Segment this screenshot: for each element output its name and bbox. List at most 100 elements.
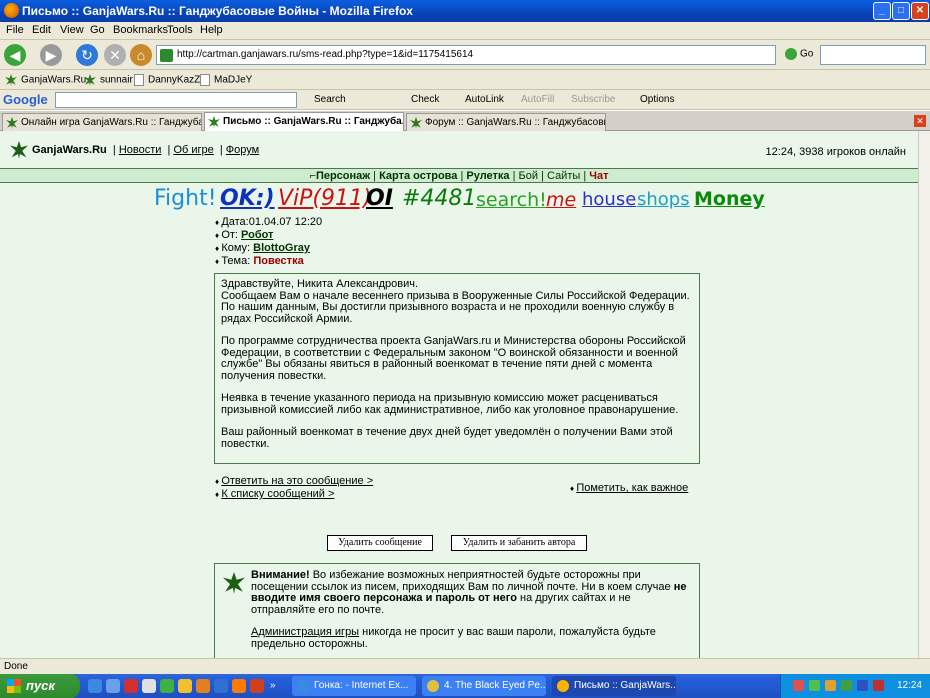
leaf-icon bbox=[410, 117, 422, 129]
autofill-button[interactable]: AutoFill bbox=[521, 94, 554, 105]
logo-vip[interactable]: ViP(911) bbox=[278, 186, 372, 211]
to-row: Кому: BlottoGray bbox=[215, 242, 322, 255]
bookmark-madjey[interactable]: MaDJeY bbox=[200, 74, 252, 86]
leaf-icon bbox=[84, 74, 96, 86]
menu-tools[interactable]: Tools bbox=[167, 24, 193, 36]
go-button[interactable]: Go bbox=[785, 48, 813, 60]
google-logo[interactable]: Google bbox=[3, 92, 48, 107]
menu-view[interactable]: View bbox=[60, 24, 84, 36]
reload-icon[interactable]: ↻ bbox=[76, 44, 98, 66]
minimize-button[interactable]: _ bbox=[873, 2, 891, 20]
clock: 12:24 bbox=[896, 680, 922, 691]
nav-roulette[interactable]: Рулетка bbox=[466, 170, 509, 182]
tray-icon[interactable] bbox=[793, 680, 804, 691]
google-search-input[interactable] bbox=[55, 92, 297, 108]
logo-oi[interactable]: OI bbox=[366, 186, 393, 211]
nav-forum[interactable]: Форум bbox=[226, 144, 259, 156]
page-content: GanjaWars.Ru | Новости | Об игре | Форум… bbox=[0, 131, 918, 658]
logo-4481[interactable]: #4481 bbox=[402, 186, 476, 211]
nav-chat[interactable]: Чат bbox=[589, 170, 608, 182]
reply-link[interactable]: Ответить на это сообщение > bbox=[221, 475, 373, 487]
subscribe-button[interactable]: Subscribe bbox=[571, 94, 615, 105]
autolink-button[interactable]: AutoLink bbox=[465, 94, 504, 105]
window-title: Письмо :: GanjaWars.Ru :: Ганджубасовые … bbox=[22, 4, 413, 18]
nav-news[interactable]: Новости bbox=[119, 144, 162, 156]
ie-icon[interactable] bbox=[88, 679, 102, 693]
menu-edit[interactable]: Edit bbox=[32, 24, 51, 36]
taskbar-item-firefox[interactable]: Письмо :: GanjaWars... bbox=[552, 676, 676, 696]
nav-about[interactable]: Об игре bbox=[173, 144, 213, 156]
logo-shops[interactable]: shops bbox=[637, 189, 690, 210]
nav-character[interactable]: Персонаж bbox=[316, 170, 370, 182]
sender-link[interactable]: Робот bbox=[241, 229, 273, 241]
tray-icon[interactable] bbox=[857, 680, 868, 691]
message-subject: Повестка bbox=[253, 255, 304, 267]
menu-bookmarks[interactable]: Bookmarks bbox=[113, 24, 168, 36]
tray-icon[interactable] bbox=[873, 680, 884, 691]
tab-message[interactable]: Письмо :: GanjaWars.Ru :: Ганджуба... bbox=[204, 112, 404, 131]
back-icon[interactable]: ◀ bbox=[4, 44, 26, 66]
forward-icon[interactable]: ▶ bbox=[40, 44, 62, 66]
nav-map[interactable]: Карта острова bbox=[379, 170, 457, 182]
options-button[interactable]: Options bbox=[640, 94, 674, 105]
taskbar-item-ie[interactable]: Гонка: - Internet Ex... bbox=[292, 676, 416, 696]
delete-ban-button[interactable]: Удалить и забанить автора bbox=[451, 535, 587, 551]
app-icon[interactable] bbox=[196, 679, 210, 693]
tab-forum[interactable]: Форум :: GanjaWars.Ru :: Ганджубасовы... bbox=[406, 113, 606, 131]
site-logo[interactable]: GanjaWars.Ru bbox=[32, 144, 107, 156]
nav-battle[interactable]: Бой bbox=[519, 170, 538, 182]
logo-fight[interactable]: Fight! bbox=[154, 186, 217, 211]
menu-help[interactable]: Help bbox=[200, 24, 223, 36]
close-button[interactable]: ✕ bbox=[911, 2, 929, 20]
check-button[interactable]: Check bbox=[411, 94, 439, 105]
bookmark-dannykazz[interactable]: DannyKazZ bbox=[134, 74, 200, 86]
menu-file[interactable]: File bbox=[6, 24, 24, 36]
tray-icon[interactable] bbox=[825, 680, 836, 691]
bookmark-sunnair[interactable]: sunnair bbox=[84, 74, 133, 86]
logo-money[interactable]: Money bbox=[694, 188, 765, 210]
logo-search[interactable]: search! bbox=[476, 189, 547, 211]
search-box[interactable] bbox=[820, 45, 926, 65]
url-input[interactable]: http://cartman.ganjawars.ru/sms-read.php… bbox=[156, 45, 776, 65]
admin-link[interactable]: Администрация игры bbox=[251, 626, 359, 638]
chevron-icon[interactable]: » bbox=[270, 680, 276, 691]
app-icon[interactable] bbox=[142, 679, 156, 693]
app-icon[interactable] bbox=[124, 679, 138, 693]
mark-important-link[interactable]: Пометить, как важное bbox=[576, 482, 688, 494]
close-tab-icon[interactable]: ✕ bbox=[914, 115, 926, 127]
home-icon[interactable]: ⌂ bbox=[130, 44, 152, 66]
app-icon[interactable] bbox=[214, 679, 228, 693]
stop-icon[interactable]: ✕ bbox=[104, 44, 126, 66]
taskbar-item-music[interactable]: 4. The Black Eyed Pe... bbox=[422, 676, 546, 696]
nav-sites[interactable]: Сайты bbox=[547, 170, 580, 182]
logo-me[interactable]: me bbox=[546, 189, 576, 211]
message-date: 01.04.07 12:20 bbox=[248, 216, 323, 228]
tab-online-game[interactable]: Онлайн игра GanjaWars.Ru :: Ганджубас... bbox=[2, 113, 202, 131]
go-icon bbox=[785, 48, 797, 60]
tray-icon[interactable] bbox=[841, 680, 852, 691]
menu-go[interactable]: Go bbox=[90, 24, 105, 36]
game-nav: ⌐Персонаж | Карта острова | Рулетка | Бо… bbox=[0, 168, 918, 183]
app-icon[interactable] bbox=[160, 679, 174, 693]
vertical-scrollbar[interactable] bbox=[918, 131, 930, 658]
delete-button[interactable]: Удалить сообщение bbox=[327, 535, 433, 551]
message-list-link[interactable]: К списку сообщений > bbox=[221, 488, 334, 500]
taskbar: пуск » Гонка: - Internet Ex... 4. The Bl… bbox=[0, 674, 930, 698]
leaf-icon bbox=[6, 117, 18, 129]
recipient-link[interactable]: BlottoGray bbox=[253, 242, 310, 254]
logo-house[interactable]: house bbox=[582, 189, 636, 210]
status-bar: Done bbox=[0, 658, 930, 674]
firefox-icon[interactable] bbox=[232, 679, 246, 693]
app-icon[interactable] bbox=[250, 679, 264, 693]
google-search-button[interactable]: Search bbox=[314, 94, 346, 105]
tray-icon[interactable] bbox=[809, 680, 820, 691]
app-icon[interactable] bbox=[178, 679, 192, 693]
desktop-icon[interactable] bbox=[106, 679, 120, 693]
body-paragraph-3: Неявка в течение указанного периода на п… bbox=[221, 392, 679, 416]
leaf-icon bbox=[208, 116, 220, 128]
site-logo-icon bbox=[10, 141, 28, 159]
start-button[interactable]: пуск bbox=[0, 674, 80, 698]
maximize-button[interactable]: □ bbox=[892, 2, 910, 20]
logo-ok[interactable]: OK:) bbox=[220, 186, 275, 211]
bookmark-ganjawars[interactable]: GanjaWars.Ru bbox=[5, 74, 86, 86]
